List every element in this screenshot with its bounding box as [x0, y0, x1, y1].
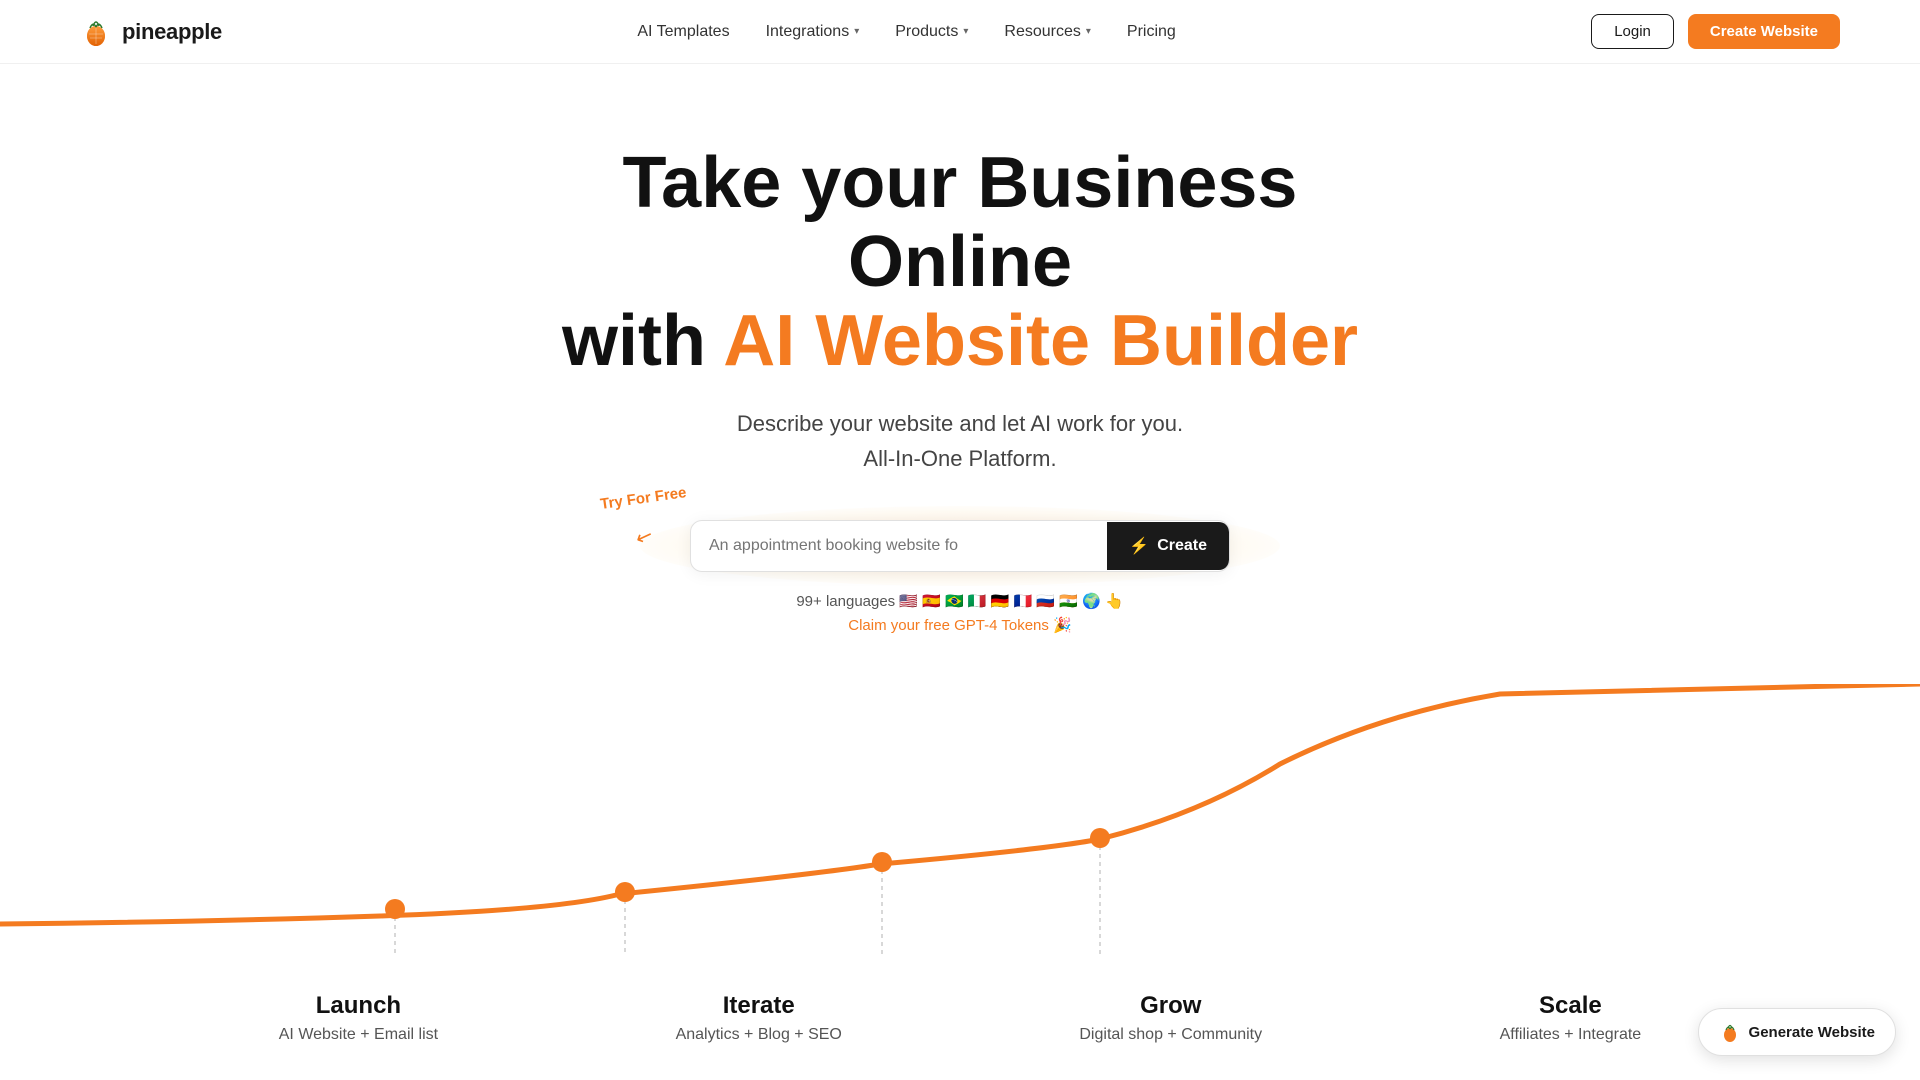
brand-name: pineapple — [122, 19, 222, 45]
growth-curve — [0, 684, 1920, 964]
curve-section: Launch AI Website + Email list Iterate A… — [0, 684, 1920, 1044]
languages-row: 99+ languages 🇺🇸 🇪🇸 🇧🇷 🇮🇹 🇩🇪 🇫🇷 🇷🇺 🇮🇳 🌍 … — [796, 592, 1123, 634]
stage-launch: Launch AI Website + Email list — [279, 992, 438, 1044]
create-button[interactable]: ⚡ Create — [1107, 522, 1229, 570]
logo[interactable]: pineapple — [80, 16, 222, 48]
claim-gpt4-link[interactable]: Claim your free GPT-4 Tokens 🎉 — [848, 616, 1071, 634]
nav-item-products[interactable]: Products ▾ — [895, 23, 968, 41]
nav-item-ai-templates[interactable]: AI Templates — [637, 23, 729, 41]
login-button[interactable]: Login — [1591, 14, 1674, 49]
chevron-down-icon: ▾ — [963, 26, 968, 37]
try-for-free-label: Try For Free — [599, 484, 687, 513]
floating-generate-button[interactable]: Generate Website — [1698, 1008, 1896, 1056]
create-website-button[interactable]: Create Website — [1688, 14, 1840, 49]
bolt-icon: ⚡ — [1129, 536, 1149, 556]
chevron-down-icon: ▾ — [854, 26, 859, 37]
navbar: pineapple AI Templates Integrations ▾ Pr… — [0, 0, 1920, 64]
stage-scale: Scale Affiliates + Integrate — [1500, 992, 1642, 1044]
stage-grow: Grow Digital shop + Community — [1079, 992, 1262, 1044]
nav-actions: Login Create Website — [1591, 14, 1840, 49]
search-input[interactable] — [691, 521, 1107, 571]
hero-subtitle: Describe your website and let AI work fo… — [737, 406, 1183, 476]
search-area: Try For Free ↙ ⚡ Create — [690, 520, 1230, 572]
nav-links: AI Templates Integrations ▾ Products ▾ R… — [637, 23, 1175, 41]
chevron-down-icon: ▾ — [1086, 26, 1091, 37]
arrow-icon: ↙ — [632, 522, 656, 551]
hero-section: Take your Business Online with AI Websit… — [0, 64, 1920, 1044]
stage-iterate: Iterate Analytics + Blog + SEO — [676, 992, 842, 1044]
hero-title: Take your Business Online with AI Websit… — [510, 144, 1410, 382]
nav-item-integrations[interactable]: Integrations ▾ — [766, 23, 860, 41]
nav-item-pricing[interactable]: Pricing — [1127, 23, 1176, 41]
stages: Launch AI Website + Email list Iterate A… — [0, 992, 1920, 1044]
logo-icon — [80, 16, 112, 48]
search-box: ⚡ Create — [690, 520, 1230, 572]
nav-item-resources[interactable]: Resources ▾ — [1004, 23, 1091, 41]
floating-pineapple-icon — [1719, 1021, 1741, 1043]
